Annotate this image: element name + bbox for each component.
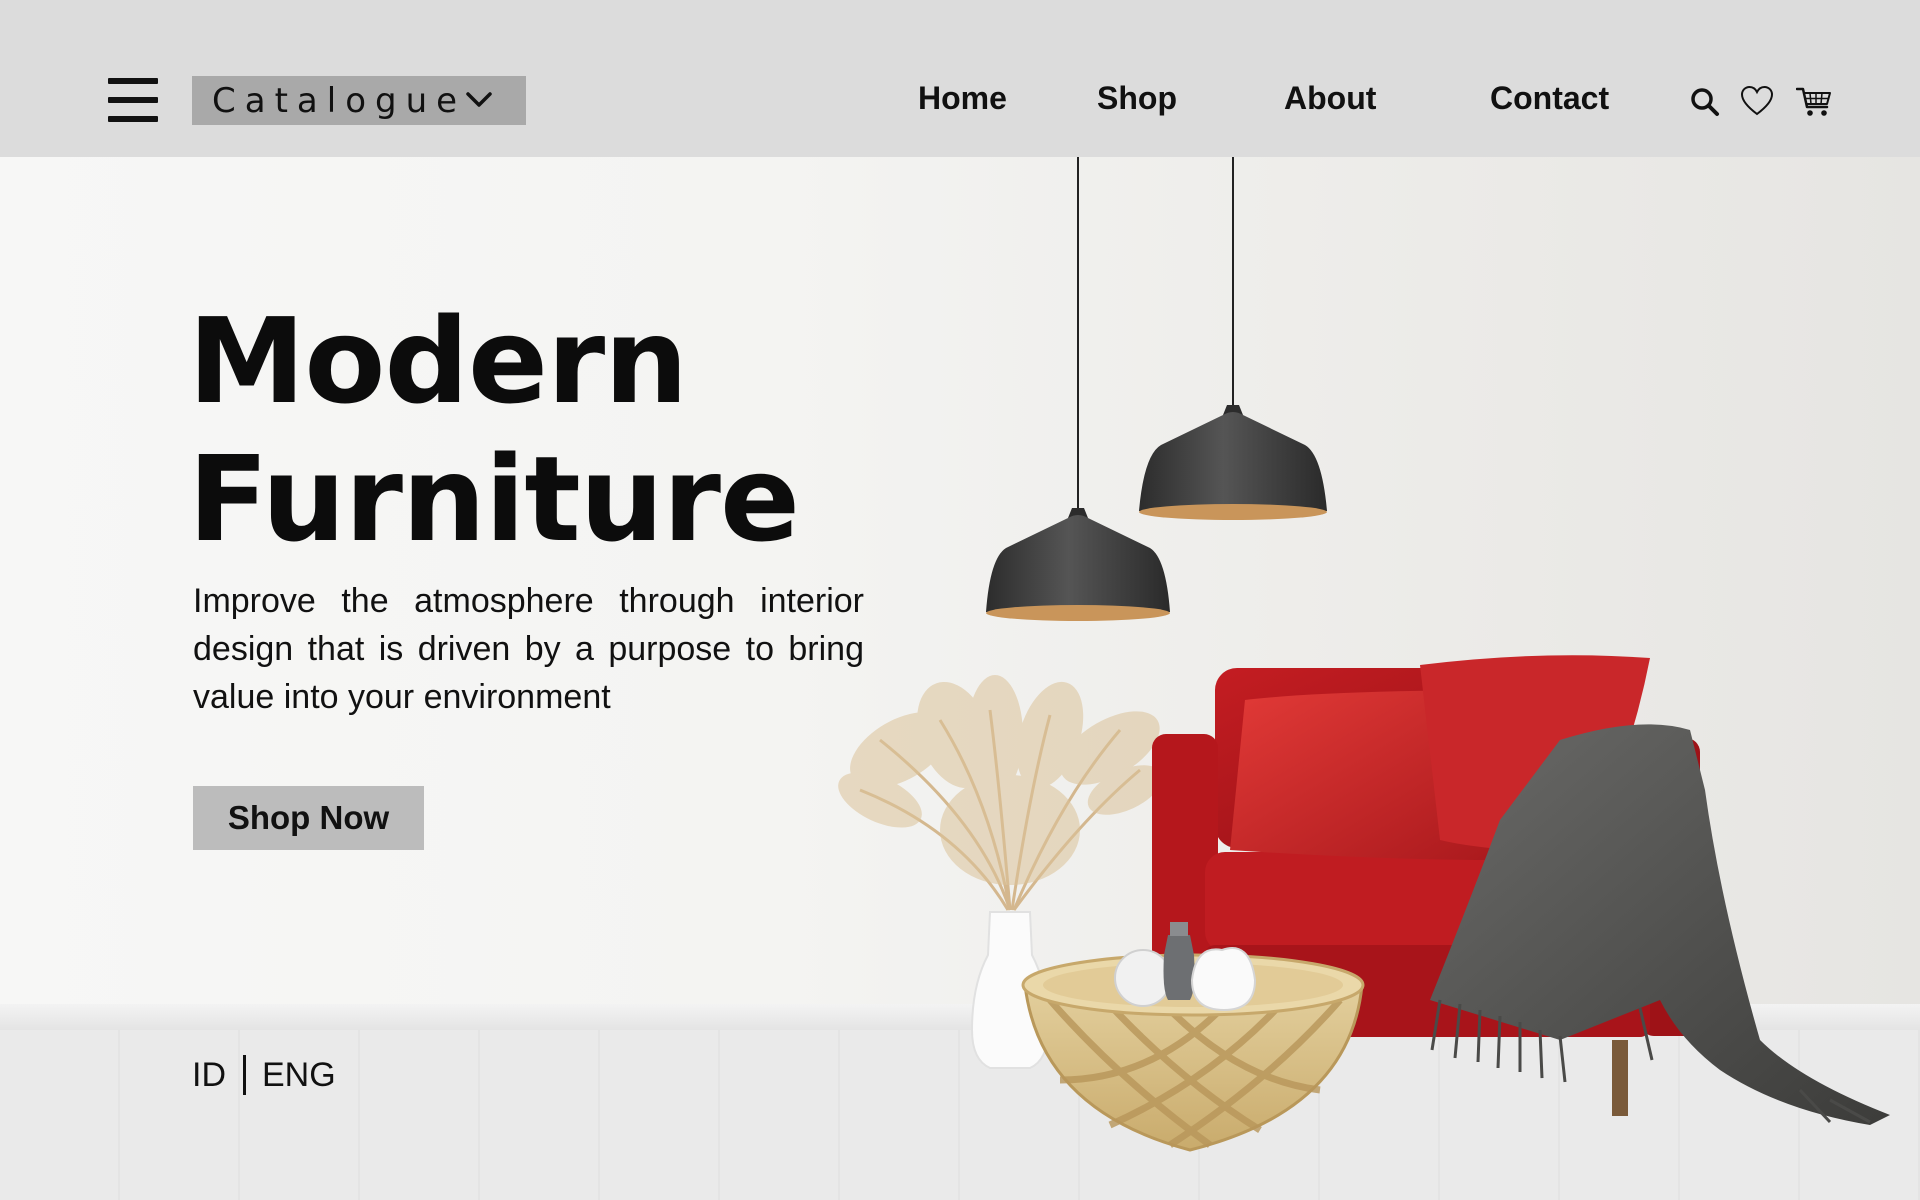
hamburger-menu-icon[interactable]: [108, 78, 158, 124]
hero-title: Modern Furniture: [188, 292, 928, 568]
hero-title-line-2: Furniture: [188, 430, 800, 568]
language-divider: [243, 1055, 246, 1095]
top-navigation-bar: Catalogue Home Shop About Contact: [0, 0, 1920, 157]
chevron-down-icon: [466, 92, 492, 107]
catalogue-dropdown[interactable]: Catalogue: [192, 76, 526, 125]
nav-link-contact[interactable]: Contact: [1490, 78, 1609, 118]
nav-link-home[interactable]: Home: [918, 78, 1007, 118]
search-icon[interactable]: [1690, 84, 1720, 118]
hero-description: Improve the atmosphere through interior …: [193, 582, 864, 716]
language-switcher: ID ENG: [192, 1053, 336, 1097]
shop-now-button[interactable]: Shop Now: [193, 786, 424, 850]
nav-link-shop[interactable]: Shop: [1097, 78, 1177, 118]
nav-link-about[interactable]: About: [1284, 78, 1376, 118]
language-option-eng[interactable]: ENG: [262, 1056, 336, 1095]
heart-icon[interactable]: [1740, 84, 1774, 118]
baseboard: [0, 1004, 1920, 1031]
catalogue-label: Catalogue: [212, 80, 467, 121]
hero-title-line-1: Modern: [188, 292, 688, 430]
cart-icon[interactable]: [1796, 84, 1832, 118]
language-option-id[interactable]: ID: [192, 1056, 226, 1095]
